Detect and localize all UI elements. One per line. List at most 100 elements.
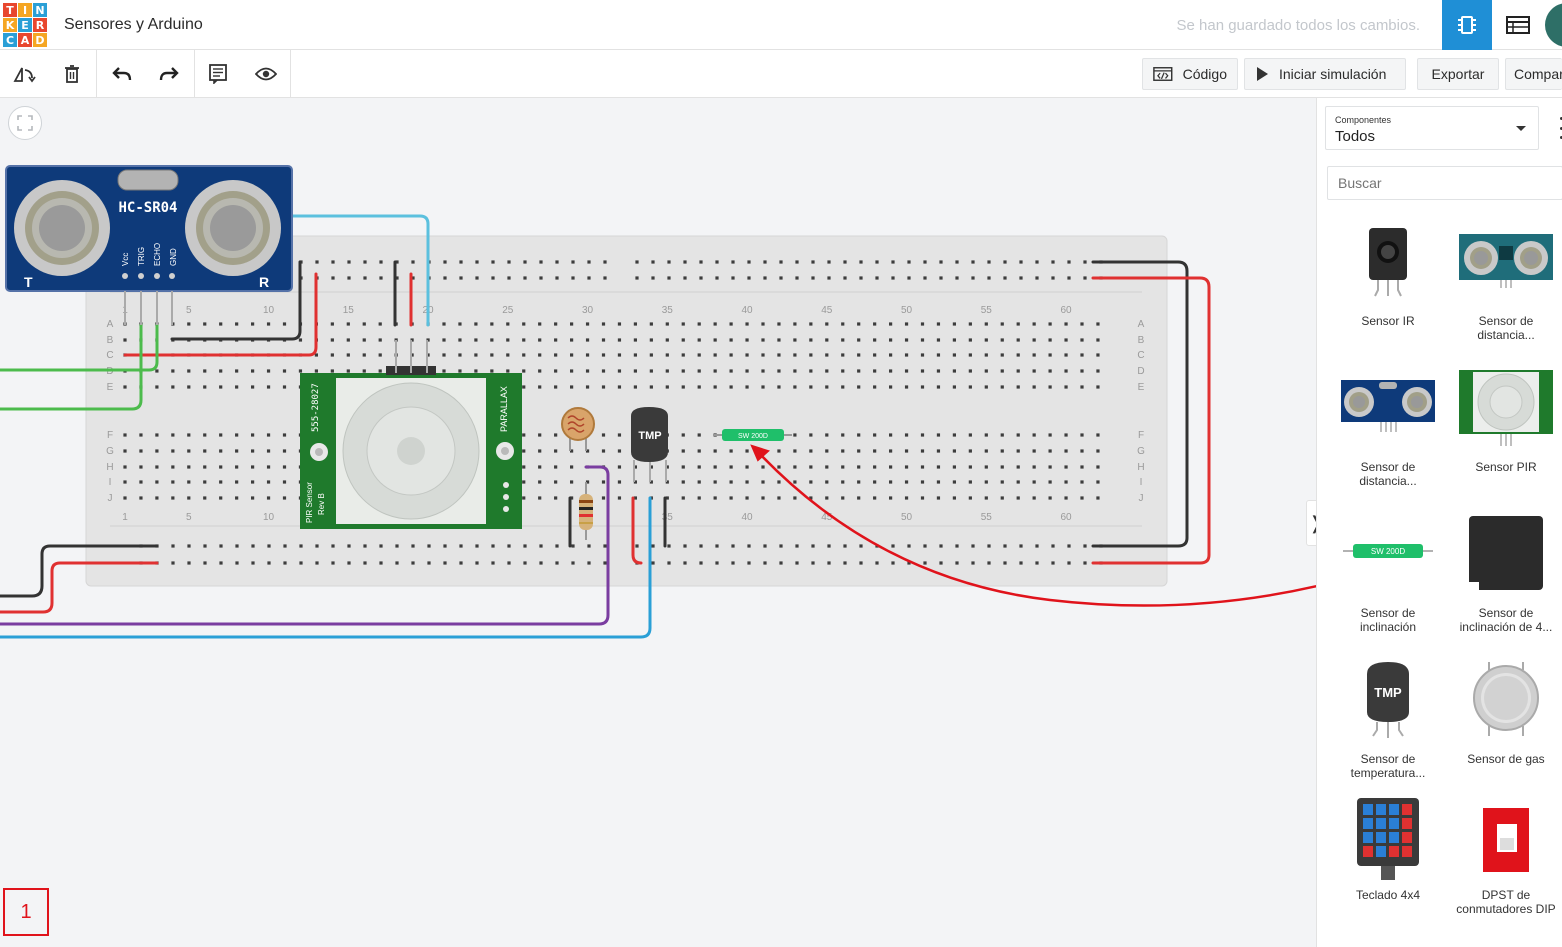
breadboard-hole[interactable] [936, 449, 941, 453]
breadboard-hole[interactable] [825, 465, 829, 469]
breadboard-hole[interactable] [379, 544, 383, 548]
breadboard-hole[interactable] [795, 544, 799, 548]
breadboard-hole[interactable] [1064, 480, 1068, 484]
breadboard-hole[interactable] [987, 276, 991, 280]
breadboard-hole[interactable] [731, 561, 735, 565]
breadboard-hole[interactable] [585, 353, 590, 357]
breadboard-hole[interactable] [378, 322, 382, 326]
breadboard-hole[interactable] [331, 544, 335, 548]
breadboard-hole[interactable] [617, 465, 622, 469]
breadboard-hole[interactable] [681, 480, 685, 484]
breadboard-hole[interactable] [907, 260, 911, 264]
breadboard-hole[interactable] [171, 561, 175, 565]
breadboard-hole[interactable] [1080, 369, 1084, 373]
breadboard-hole[interactable] [651, 561, 655, 565]
breadboard-hole[interactable] [745, 369, 749, 373]
breadboard-hole[interactable] [731, 260, 735, 264]
breadboard-hole[interactable] [987, 260, 991, 264]
breadboard-hole[interactable] [873, 433, 877, 437]
breadboard-hole[interactable] [777, 465, 781, 469]
breadboard-hole[interactable] [362, 322, 366, 326]
component-ultrasonic-sensor[interactable]: Sensor de distancia... [1329, 370, 1447, 510]
breadboard-hole[interactable] [873, 465, 877, 469]
breadboard-hole[interactable] [171, 385, 175, 389]
breadboard-hole[interactable] [187, 369, 191, 373]
breadboard-hole[interactable] [538, 465, 542, 469]
breadboard-hole[interactable] [251, 561, 255, 565]
breadboard-hole[interactable] [203, 449, 207, 453]
breadboard-hole[interactable] [745, 449, 749, 453]
breadboard-hole[interactable] [442, 353, 446, 357]
breadboard-hole[interactable] [571, 260, 575, 264]
breadboard-hole[interactable] [875, 260, 879, 264]
breadboard-hole[interactable] [713, 385, 717, 389]
breadboard-hole[interactable] [187, 322, 191, 326]
breadboard-hole[interactable] [203, 544, 207, 548]
breadboard-hole[interactable] [667, 260, 671, 264]
breadboard-hole[interactable] [251, 322, 255, 326]
breadboard-hole[interactable] [920, 322, 925, 326]
breadboard-hole[interactable] [984, 480, 988, 484]
breadboard-hole[interactable] [603, 544, 607, 548]
breadboard-hole[interactable] [585, 338, 590, 342]
breadboard-hole[interactable] [555, 276, 559, 280]
breadboard-hole[interactable] [1000, 385, 1004, 389]
breadboard-hole[interactable] [920, 385, 925, 389]
breadboard-hole[interactable] [936, 433, 941, 437]
breadboard-hole[interactable] [747, 260, 751, 264]
breadboard-hole[interactable] [715, 544, 719, 548]
breadboard-hole[interactable] [633, 353, 637, 357]
breadboard-hole[interactable] [968, 480, 972, 484]
breadboard-hole[interactable] [841, 465, 845, 469]
breadboard-hole[interactable] [681, 338, 685, 342]
breadboard-hole[interactable] [809, 338, 813, 342]
breadboard-hole[interactable] [683, 561, 687, 565]
breadboard-hole[interactable] [939, 544, 943, 548]
breadboard-hole[interactable] [203, 322, 207, 326]
breadboard-hole[interactable] [1032, 353, 1036, 357]
breadboard-hole[interactable] [379, 561, 383, 565]
breadboard-hole[interactable] [873, 449, 877, 453]
breadboard-hole[interactable] [330, 338, 334, 342]
breadboard-hole[interactable] [1048, 480, 1052, 484]
breadboard-hole[interactable] [539, 561, 543, 565]
breadboard-hole[interactable] [203, 480, 207, 484]
breadboard-hole[interactable] [681, 433, 685, 437]
breadboard-hole[interactable] [761, 338, 765, 342]
breadboard-hole[interactable] [587, 276, 591, 280]
breadboard-hole[interactable] [745, 480, 749, 484]
breadboard-hole[interactable] [266, 433, 271, 437]
breadboard-hole[interactable] [171, 465, 175, 469]
breadboard-hole[interactable] [139, 496, 143, 500]
component-temperature-sensor[interactable]: TMP Sensor de temperatura... [1329, 662, 1447, 802]
breadboard-hole[interactable] [681, 465, 685, 469]
breadboard-hole[interactable] [123, 465, 127, 469]
breadboard-hole[interactable] [651, 276, 655, 280]
breadboard-hole[interactable] [235, 480, 239, 484]
breadboard-hole[interactable] [904, 465, 909, 469]
breadboard-hole[interactable] [1000, 369, 1004, 373]
breadboard-hole[interactable] [1019, 561, 1023, 565]
breadboard-hole[interactable] [841, 449, 845, 453]
breadboard-hole[interactable] [235, 465, 239, 469]
breadboard-hole[interactable] [601, 433, 606, 437]
breadboard-hole[interactable] [779, 276, 783, 280]
breadboard-hole[interactable] [1096, 322, 1100, 326]
breadboard-hole[interactable] [984, 338, 988, 342]
breadboard-hole[interactable] [681, 322, 685, 326]
breadboard-hole[interactable] [889, 369, 893, 373]
breadboard-hole[interactable] [123, 480, 127, 484]
breadboard-hole[interactable] [187, 449, 191, 453]
breadboard-hole[interactable] [601, 353, 606, 357]
breadboard-hole[interactable] [939, 276, 943, 280]
breadboard-hole[interactable] [491, 276, 495, 280]
breadboard-hole[interactable] [1016, 385, 1020, 389]
breadboard-hole[interactable] [346, 322, 350, 326]
breadboard-hole[interactable] [331, 260, 335, 264]
component-ping-sensor[interactable]: Sensor de distancia... [1447, 224, 1562, 364]
breadboard-hole[interactable] [554, 433, 558, 437]
breadboard-hole[interactable] [601, 369, 606, 373]
breadboard-hole[interactable] [841, 385, 845, 389]
breadboard-hole[interactable] [891, 276, 895, 280]
breadboard-hole[interactable] [1032, 369, 1036, 373]
